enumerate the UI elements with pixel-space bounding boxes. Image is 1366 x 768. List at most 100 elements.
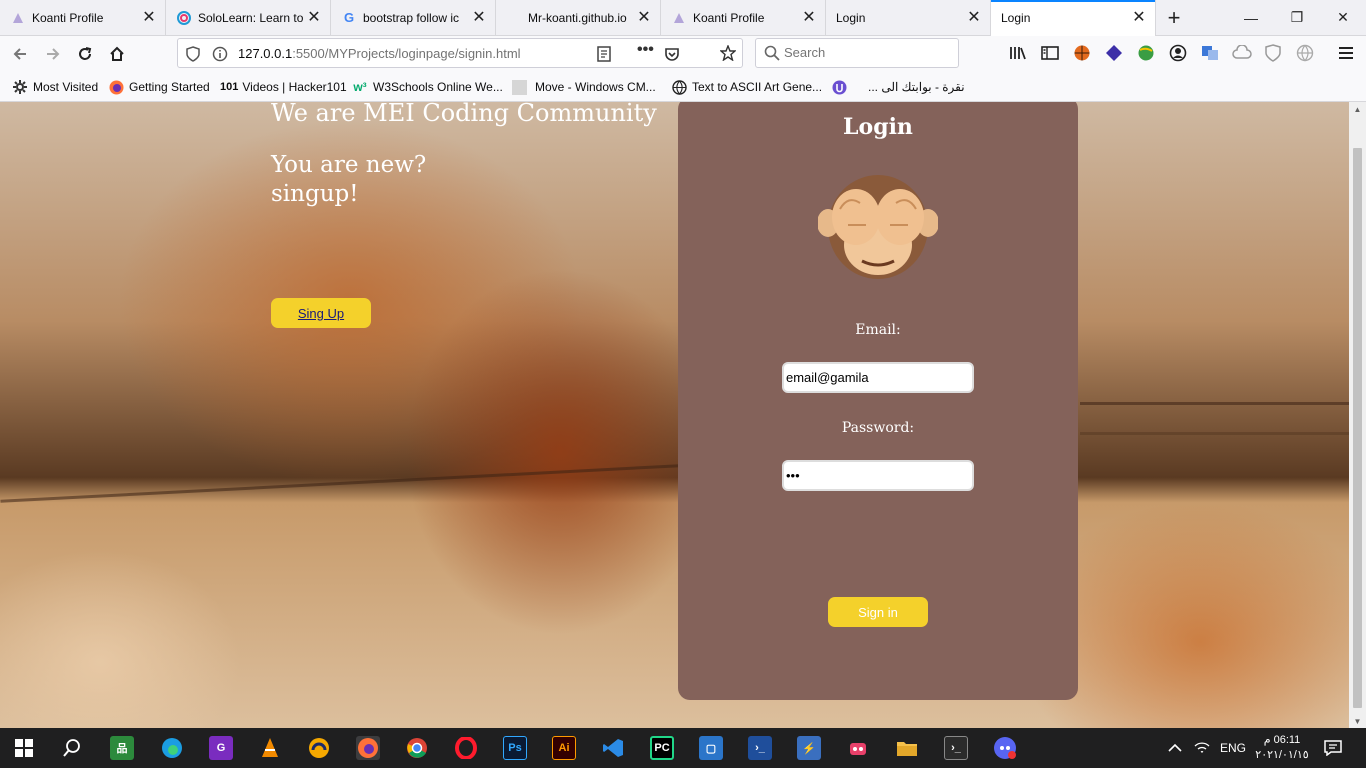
minimize-button[interactable]: — <box>1228 0 1274 35</box>
signup-prompt-text: singup! <box>271 181 359 207</box>
clock[interactable]: 06:11 م ٢٠٢١/٠١/١٥ <box>1254 728 1310 768</box>
hamburger-menu-icon[interactable] <box>1335 42 1357 64</box>
bookmark-w3schools[interactable]: w³ W3Schools Online We... <box>352 78 503 96</box>
w3schools-icon: w³ <box>353 80 367 94</box>
close-icon[interactable]: ✕ <box>636 9 652 26</box>
wood-grain <box>0 464 680 503</box>
close-icon[interactable]: ✕ <box>1131 10 1147 26</box>
cloud-extension-icon[interactable] <box>1231 42 1253 64</box>
robot-app-icon[interactable] <box>846 736 870 760</box>
tab-bootstrap-search[interactable]: G bootstrap follow ic ✕ <box>331 0 496 35</box>
illustrator-icon[interactable]: Ai <box>552 736 576 760</box>
back-button[interactable] <box>5 39 35 69</box>
window-close-button[interactable]: ✕ <box>1320 0 1366 35</box>
shield-icon[interactable] <box>186 46 200 65</box>
bookmark-move-windows[interactable]: Move - Windows CM... <box>511 78 656 96</box>
tab-koanti-profile-2[interactable]: Koanti Profile ✕ <box>661 0 826 35</box>
search-icon[interactable] <box>60 736 84 760</box>
scroll-up-icon[interactable]: ▲ <box>1349 102 1366 116</box>
diamond-extension-icon[interactable] <box>1103 42 1125 64</box>
home-icon <box>110 46 124 61</box>
opera-icon[interactable] <box>454 736 478 760</box>
page-scrollbar[interactable]: ▲ ▼ <box>1349 102 1366 728</box>
close-icon[interactable]: ✕ <box>306 9 322 26</box>
bookmark-most-visited[interactable]: Most Visited <box>12 78 98 96</box>
tab-mr-koanti-github[interactable]: Mr-koanti.github.io ✕ <box>496 0 661 35</box>
search-icon <box>764 45 780 64</box>
chevron-up-icon <box>1168 743 1182 752</box>
web-globe-icon[interactable] <box>1294 42 1316 64</box>
globe-extension-icon[interactable] <box>1135 42 1157 64</box>
scroll-down-icon[interactable]: ▼ <box>1349 714 1366 728</box>
tab-koanti-profile[interactable]: Koanti Profile ✕ <box>0 0 166 35</box>
chrome-icon[interactable] <box>405 736 429 760</box>
vlc-icon[interactable] <box>258 736 282 760</box>
close-icon[interactable]: ✕ <box>141 9 157 26</box>
bookmark-ascii-art[interactable]: Text to ASCII Art Gene... <box>671 78 822 96</box>
windows-taskbar: 品 G Ps Ai PC ▢ ›_ ⚡ ›_ ENG 06:11 م ٢٠٢١/… <box>0 728 1366 768</box>
edge-icon[interactable] <box>160 736 184 760</box>
password-field[interactable] <box>782 460 974 491</box>
powershell-icon[interactable]: ›_ <box>748 736 772 760</box>
close-icon[interactable]: ✕ <box>801 9 817 26</box>
email-field[interactable] <box>782 362 974 393</box>
shield-extension-icon[interactable] <box>1262 42 1284 64</box>
scrollbar-thumb[interactable] <box>1353 148 1362 708</box>
tab-login[interactable]: Login ✕ <box>826 0 991 35</box>
new-tab-button[interactable]: + <box>1156 0 1192 35</box>
bookmark-star-icon[interactable] <box>719 44 737 64</box>
sidebar-icon[interactable] <box>1039 42 1061 64</box>
restore-button[interactable]: ❐ <box>1274 0 1320 35</box>
pocket-icon[interactable] <box>664 46 680 65</box>
wood-grain <box>1080 432 1349 435</box>
file-explorer-icon[interactable] <box>895 736 919 760</box>
app-green-icon[interactable]: 品 <box>110 736 134 760</box>
firefox-taskbar-icon[interactable] <box>356 736 380 760</box>
basketball-extension-icon[interactable] <box>1071 42 1093 64</box>
page-actions-icon[interactable]: ••• <box>637 41 654 59</box>
app-box-icon[interactable]: ▢ <box>699 736 723 760</box>
bookmark-hacker101[interactable]: 101 Videos | Hacker101 <box>220 78 347 96</box>
library-icon[interactable] <box>1007 42 1029 64</box>
bookmark-naqra[interactable]: نقرة - بوابتك الى ... <box>868 78 965 96</box>
notification-center-icon[interactable] <box>1324 728 1342 768</box>
vscode-icon[interactable] <box>601 736 625 760</box>
tab-sololearn[interactable]: SoloLearn: Learn to ✕ <box>166 0 331 35</box>
clock-date: ٢٠٢١/٠١/١٥ <box>1255 749 1309 761</box>
signin-button[interactable]: Sign in <box>828 597 928 627</box>
firefox-icon <box>108 79 124 95</box>
reader-view-icon[interactable] <box>596 46 612 65</box>
headphones-app-icon[interactable] <box>307 736 331 760</box>
search-bar[interactable] <box>755 38 959 68</box>
community-heading: We are MEI Coding Community <box>271 102 657 127</box>
terminal-icon[interactable]: ›_ <box>944 736 968 760</box>
reload-button[interactable] <box>70 39 100 69</box>
ublock-icon <box>831 79 847 95</box>
windows-start-icon[interactable] <box>12 736 36 760</box>
bookmark-ublock[interactable] <box>831 78 852 96</box>
show-hidden-icons[interactable] <box>1168 728 1182 768</box>
close-icon[interactable]: ✕ <box>966 9 982 26</box>
home-button[interactable] <box>102 39 132 69</box>
forward-button[interactable] <box>38 39 68 69</box>
bookmark-getting-started[interactable]: Getting Started <box>108 78 210 96</box>
tab-login-active[interactable]: Login ✕ <box>991 0 1156 36</box>
new-user-text: You are new? <box>271 152 427 178</box>
pycharm-icon[interactable]: PC <box>650 736 674 760</box>
search-input[interactable] <box>784 45 944 60</box>
signup-button[interactable]: Sing Up <box>271 298 371 328</box>
info-icon[interactable] <box>212 46 228 65</box>
account-icon[interactable] <box>1167 42 1189 64</box>
photoshop-icon[interactable]: Ps <box>503 736 527 760</box>
discord-icon[interactable] <box>993 736 1017 760</box>
network-icon[interactable] <box>1194 728 1210 768</box>
url-bar[interactable]: 127.0.0.1:5500/MYProjects/loginpage/sign… <box>177 38 743 68</box>
clock-time: 06:11 م <box>1263 734 1301 746</box>
close-icon[interactable]: ✕ <box>471 9 487 26</box>
url-text[interactable]: 127.0.0.1:5500/MYProjects/loginpage/sign… <box>238 46 521 61</box>
translate-icon[interactable] <box>1199 42 1221 64</box>
bolt-app-icon[interactable]: ⚡ <box>797 736 821 760</box>
gdevelop-icon[interactable]: G <box>209 736 233 760</box>
wood-grain <box>1080 402 1349 405</box>
language-indicator[interactable]: ENG <box>1220 728 1246 768</box>
